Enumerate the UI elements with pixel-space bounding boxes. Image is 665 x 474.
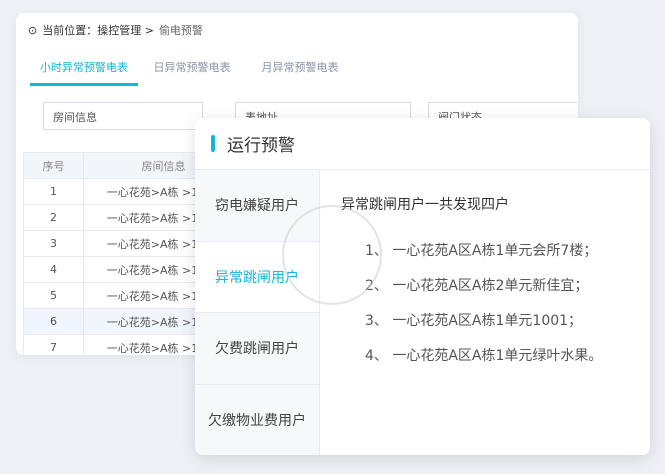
menu-item-property-fee-arrears[interactable]: 欠缴物业费用户	[195, 384, 319, 455]
cell: 7	[23, 334, 84, 355]
list-item: 1、 一心花苑A区A栋1单元会所7楼；	[365, 243, 598, 259]
room-info-input[interactable]: 房间信息	[43, 102, 203, 130]
cell: 2	[23, 204, 84, 231]
menu-item-arrears-trip[interactable]: 欠费跳闸用户	[195, 313, 319, 385]
cell: 1	[23, 178, 84, 205]
cell: 5	[23, 282, 84, 309]
tab-daily[interactable]: 日异常预警电表	[138, 59, 246, 86]
title-accent-bar	[211, 135, 215, 152]
content-title: 异常跳闸用户一共发现四户	[341, 197, 509, 213]
location-icon: ⊙	[28, 23, 38, 37]
breadcrumb-current: 偷电预警	[158, 24, 203, 37]
cell: 3	[23, 230, 84, 257]
list-item: 2、 一心花苑A区A栋2单元新佳宜；	[365, 278, 589, 294]
col-index: 序号	[23, 152, 84, 179]
run-warning-panel: 运行预警 窃电嫌疑用户 异常跳闸用户 欠费跳闸用户 欠缴物业费用户 异常跳闸用户…	[195, 118, 650, 455]
panel-title: 运行预警	[227, 136, 295, 156]
warning-content: 异常跳闸用户一共发现四户 1、 一心花苑A区A栋1单元会所7楼； 2、 一心花苑…	[341, 194, 602, 380]
watermark-logo	[282, 205, 382, 305]
list-item: 3、 一心花苑A区A栋1单元1001；	[365, 313, 583, 329]
tab-hourly[interactable]: 小时异常预警电表	[30, 59, 138, 86]
cell: 4	[23, 256, 84, 283]
breadcrumb-path: 当前位置：操控管理 >	[42, 24, 154, 37]
cell: 6	[23, 308, 84, 335]
breadcrumb: ⊙ 当前位置：操控管理 > 偷电预警	[28, 22, 203, 38]
tab-monthly[interactable]: 月异常预警电表	[246, 59, 354, 86]
category-menu: 窃电嫌疑用户 异常跳闸用户 欠费跳闸用户 欠缴物业费用户	[195, 170, 320, 455]
list-item: 4、 一心花苑A区A栋1单元绿叶水果。	[365, 348, 603, 364]
